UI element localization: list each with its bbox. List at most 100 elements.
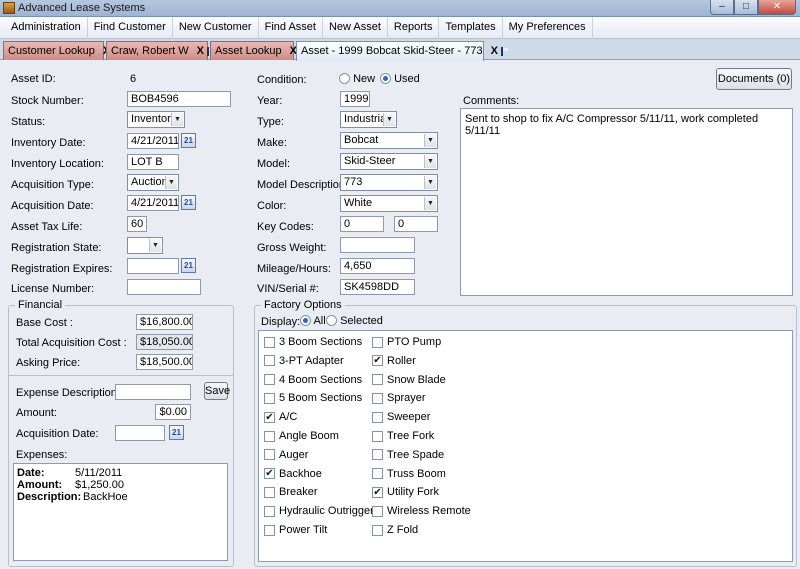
- calendar-icon[interactable]: 21: [181, 195, 196, 210]
- status-select[interactable]: Inventory ▼: [127, 111, 185, 128]
- expense-item[interactable]: Date: 5/11/2011 Amount: $1,250.00 Descri…: [14, 464, 227, 512]
- stock-number-field[interactable]: BOB4596: [127, 91, 231, 107]
- display-selected-option[interactable]: Selected: [326, 315, 383, 327]
- menu-find-asset[interactable]: Find Asset: [259, 17, 323, 39]
- factory-option-item[interactable]: Hydraulic Outrigger: [264, 505, 374, 517]
- dropdown-arrow-icon[interactable]: ▼: [424, 155, 436, 168]
- checkbox-icon[interactable]: [264, 392, 275, 404]
- menu-reports[interactable]: Reports: [388, 17, 440, 39]
- factory-option-item[interactable]: 5 Boom Sections: [264, 392, 362, 404]
- factory-option-item[interactable]: Auger: [264, 449, 308, 461]
- key-code-1-field[interactable]: 0: [340, 216, 384, 232]
- make-select[interactable]: Bobcat ▼: [340, 132, 438, 149]
- license-number-field[interactable]: [127, 279, 201, 295]
- condition-used-option[interactable]: Used: [380, 73, 420, 85]
- dropdown-arrow-icon[interactable]: ▼: [165, 176, 177, 189]
- tab-close-icon[interactable]: X: [491, 43, 498, 60]
- checkbox-icon[interactable]: [372, 524, 383, 536]
- factory-option-item[interactable]: Snow Blade: [372, 374, 446, 386]
- menu-new-customer[interactable]: New Customer: [173, 17, 259, 39]
- checkbox-icon[interactable]: [264, 355, 275, 367]
- factory-option-item[interactable]: Power Tilt: [264, 524, 327, 536]
- checkbox-icon[interactable]: [372, 468, 383, 480]
- expense-description-field[interactable]: [115, 384, 191, 400]
- dropdown-arrow-icon[interactable]: ▼: [383, 113, 395, 126]
- checkbox-icon[interactable]: [264, 505, 275, 517]
- checkbox-icon[interactable]: [372, 449, 383, 461]
- radio-selected[interactable]: [326, 315, 337, 326]
- menu-new-asset[interactable]: New Asset: [323, 17, 388, 39]
- dropdown-arrow-icon[interactable]: ▼: [424, 134, 436, 147]
- tab-customer-lookup[interactable]: Customer Lookup X: [3, 41, 110, 60]
- checkbox-icon[interactable]: [264, 336, 275, 348]
- factory-option-item[interactable]: Wireless Remote: [372, 505, 471, 517]
- gross-weight-field[interactable]: [340, 237, 415, 253]
- checkbox-icon[interactable]: [264, 524, 275, 536]
- menu-administration[interactable]: Administration: [0, 17, 88, 39]
- factory-option-item[interactable]: ✔ A/C: [264, 411, 297, 423]
- dropdown-arrow-icon[interactable]: ▼: [149, 239, 161, 252]
- checkbox-icon[interactable]: [372, 430, 383, 442]
- maximize-button[interactable]: □: [734, 0, 758, 15]
- save-expense-button[interactable]: Save: [204, 382, 230, 400]
- registration-state-select[interactable]: ▼: [127, 237, 163, 254]
- checkbox-icon[interactable]: [372, 505, 383, 517]
- amount-field[interactable]: $0.00: [155, 404, 191, 420]
- radio-all[interactable]: [300, 315, 311, 326]
- documents-button[interactable]: Documents (0): [716, 68, 792, 90]
- checkbox-checked-icon[interactable]: ✔: [372, 486, 383, 498]
- acquisition-type-select[interactable]: Auction ▼: [127, 174, 179, 191]
- factory-option-item[interactable]: 3 Boom Sections: [264, 336, 362, 348]
- tab-asset-bobcat[interactable]: Asset - 1999 Bobcat Skid-Steer - 773 X: [296, 41, 508, 61]
- year-field[interactable]: 1999: [340, 91, 370, 107]
- model-select[interactable]: Skid-Steer ▼: [340, 153, 438, 170]
- calendar-icon[interactable]: 21: [181, 258, 196, 273]
- calendar-icon[interactable]: 21: [181, 133, 196, 148]
- dropdown-arrow-icon[interactable]: ▼: [424, 197, 436, 210]
- calendar-icon[interactable]: 21: [169, 425, 184, 440]
- acquisition-date-field[interactable]: 4/21/2011: [127, 195, 179, 211]
- display-all-option[interactable]: All: [300, 315, 326, 327]
- factory-option-item[interactable]: ✔ Utility Fork: [372, 486, 439, 498]
- factory-option-item[interactable]: ✔ Roller: [372, 355, 416, 367]
- menu-my-preferences[interactable]: My Preferences: [503, 17, 593, 39]
- factory-option-item[interactable]: Z Fold: [372, 524, 418, 536]
- base-cost-field[interactable]: $16,800.00: [136, 314, 193, 330]
- asset-tax-life-field[interactable]: 60: [127, 216, 147, 232]
- checkbox-checked-icon[interactable]: ✔: [264, 411, 275, 423]
- checkbox-icon[interactable]: [372, 411, 383, 423]
- factory-option-item[interactable]: 3-PT Adapter: [264, 355, 344, 367]
- checkbox-icon[interactable]: [372, 336, 383, 348]
- registration-expires-field[interactable]: [127, 258, 179, 274]
- factory-option-item[interactable]: Angle Boom: [264, 430, 339, 442]
- minimize-button[interactable]: –: [710, 0, 734, 15]
- checkbox-checked-icon[interactable]: ✔: [264, 468, 275, 480]
- factory-option-item[interactable]: Truss Boom: [372, 468, 446, 480]
- factory-option-item[interactable]: Sweeper: [372, 411, 430, 423]
- radio-used[interactable]: [380, 73, 391, 84]
- factory-option-item[interactable]: Tree Spade: [372, 449, 444, 461]
- condition-new-option[interactable]: New: [339, 73, 375, 85]
- model-description-select[interactable]: 773 ▼: [340, 174, 438, 191]
- comments-textarea[interactable]: Sent to shop to fix A/C Compressor 5/11/…: [460, 108, 793, 296]
- checkbox-icon[interactable]: [372, 374, 383, 386]
- checkbox-icon[interactable]: [264, 430, 275, 442]
- dropdown-arrow-icon[interactable]: ▼: [171, 113, 183, 126]
- checkbox-icon[interactable]: [372, 392, 383, 404]
- tab-asset-lookup[interactable]: Asset Lookup X: [210, 41, 297, 60]
- inventory-location-field[interactable]: LOT B: [127, 154, 179, 170]
- type-select[interactable]: Industrial ▼: [340, 111, 397, 128]
- checkbox-icon[interactable]: [264, 449, 275, 461]
- checkbox-checked-icon[interactable]: ✔: [372, 355, 383, 367]
- color-select[interactable]: White ▼: [340, 195, 438, 212]
- expense-acquisition-date-field[interactable]: [115, 425, 165, 441]
- factory-option-item[interactable]: Sprayer: [372, 392, 426, 404]
- factory-option-item[interactable]: Tree Fork: [372, 430, 434, 442]
- menu-templates[interactable]: Templates: [439, 17, 503, 39]
- mileage-hours-field[interactable]: 4,650: [340, 258, 415, 274]
- tab-craw-robert[interactable]: Craw, Robert W X: [106, 41, 214, 60]
- asking-price-field[interactable]: $18,500.00: [136, 354, 193, 370]
- menu-find-customer[interactable]: Find Customer: [88, 17, 173, 39]
- close-window-button[interactable]: ✕: [758, 0, 796, 15]
- radio-new[interactable]: [339, 73, 350, 84]
